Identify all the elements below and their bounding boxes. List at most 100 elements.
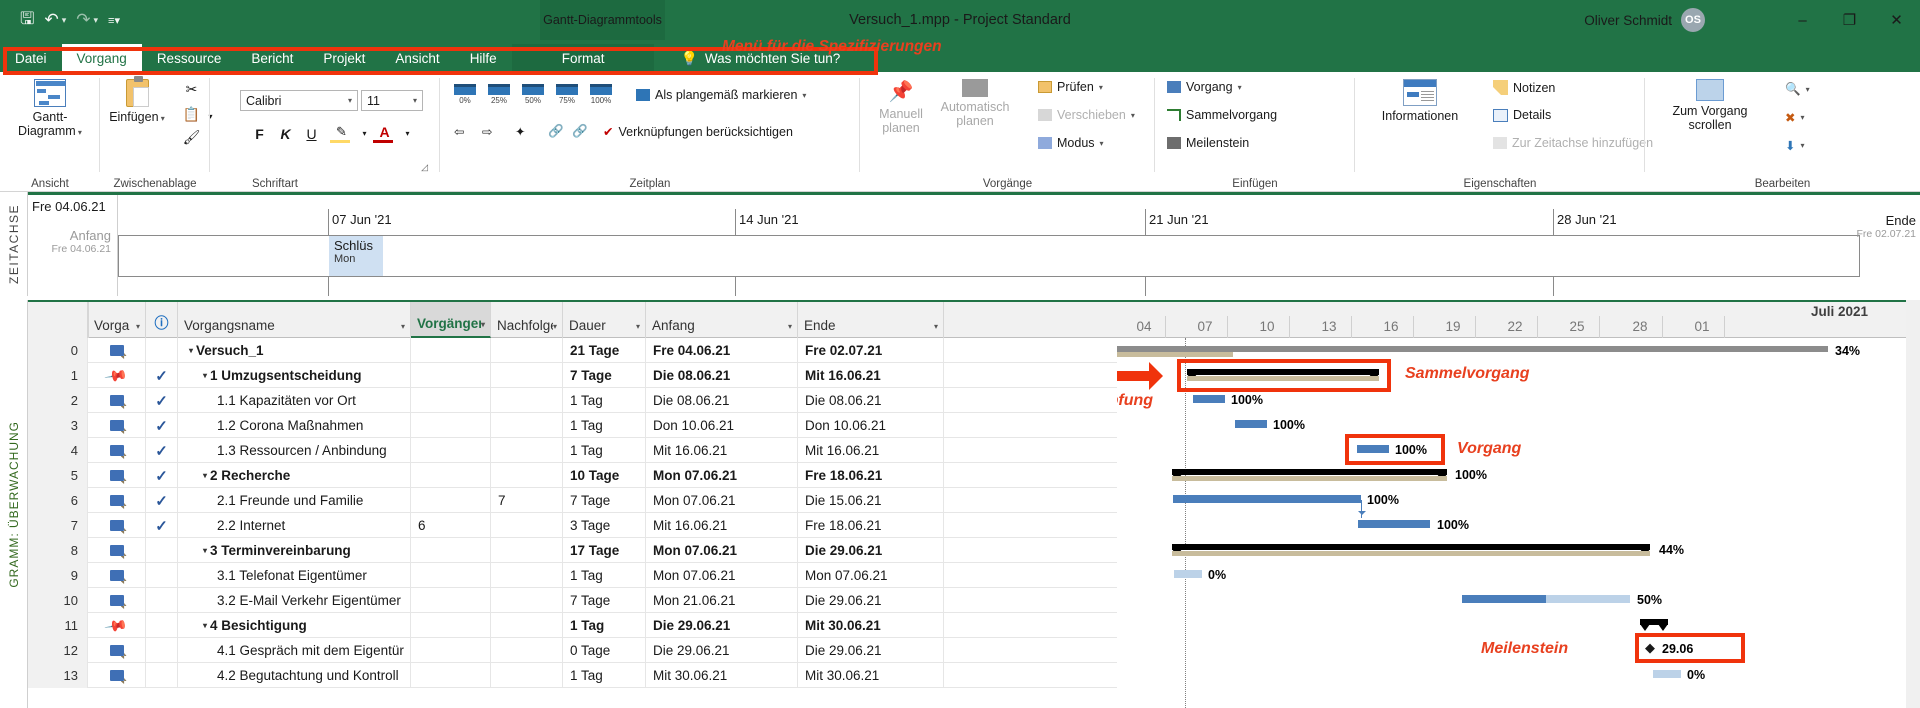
successor-cell[interactable] bbox=[491, 563, 563, 588]
task-name-cell[interactable]: 4.2 Begutachtung und Kontroll bbox=[178, 663, 411, 688]
row-number-cell[interactable]: 8 bbox=[28, 538, 88, 563]
font-family-select[interactable]: Calibri ▾ bbox=[240, 90, 358, 111]
task-name-cell[interactable]: ▾ 3 Terminvereinbarung bbox=[178, 538, 411, 563]
tab-vorgang[interactable]: Vorgang bbox=[61, 44, 142, 72]
task-bar-10-done[interactable] bbox=[1462, 595, 1546, 603]
duration-cell[interactable]: 10 Tage bbox=[563, 463, 646, 488]
row-number-cell[interactable]: 5 bbox=[28, 463, 88, 488]
predecessor-cell[interactable]: 6 bbox=[411, 513, 491, 538]
indicator-cell[interactable]: ✓ bbox=[146, 463, 178, 488]
header-dauer[interactable]: Dauer ▾ bbox=[563, 302, 646, 338]
restore-button[interactable]: ❐ bbox=[1826, 0, 1873, 40]
header-info[interactable]: ⓘ bbox=[146, 302, 178, 338]
notes-button[interactable]: Notizen bbox=[1493, 80, 1555, 95]
duration-cell[interactable]: 0 Tage bbox=[563, 638, 646, 663]
table-row[interactable]: 0 ▾ Versuch_1 21 Tage Fre 04.06.21 Fre 02.07.… bbox=[28, 338, 1117, 363]
indicator-cell[interactable]: ✓ bbox=[146, 413, 178, 438]
unlink-tasks-icon[interactable]: 🔗 bbox=[572, 124, 588, 139]
task-bar-9[interactable] bbox=[1174, 570, 1202, 578]
predecessor-cell[interactable] bbox=[411, 538, 491, 563]
task-mode-cell[interactable] bbox=[88, 338, 146, 363]
finish-cell[interactable]: Fre 18.06.21 bbox=[798, 463, 944, 488]
task-name-cell[interactable]: ▾ 2 Recherche bbox=[178, 463, 411, 488]
vertical-scrollbar[interactable] bbox=[1906, 300, 1920, 708]
task-mode-cell[interactable] bbox=[88, 663, 146, 688]
table-row[interactable]: 2 ✓ 1.1 Kapazitäten vor Ort 1 Tag Die 08.06.… bbox=[28, 388, 1117, 413]
duration-cell[interactable]: 1 Tag bbox=[563, 413, 646, 438]
header-ende[interactable]: Ende ▾ bbox=[798, 302, 944, 338]
row-number-cell[interactable]: 11 bbox=[28, 613, 88, 638]
indicator-cell[interactable]: ✓ bbox=[146, 438, 178, 463]
finish-cell[interactable]: Die 29.06.21 bbox=[798, 538, 944, 563]
row-number-cell[interactable]: 4 bbox=[28, 438, 88, 463]
font-dialog-launcher[interactable]: ◿ bbox=[421, 162, 428, 173]
predecessor-cell[interactable] bbox=[411, 413, 491, 438]
duration-cell[interactable]: 7 Tage bbox=[563, 488, 646, 513]
start-cell[interactable]: Mit 30.06.21 bbox=[646, 663, 798, 688]
predecessor-cell[interactable] bbox=[411, 613, 491, 638]
pct-50-button[interactable]: 50% bbox=[520, 84, 546, 105]
indent-icon[interactable]: ⇨ bbox=[482, 124, 492, 139]
start-cell[interactable]: Die 08.06.21 bbox=[646, 363, 798, 388]
successor-cell[interactable] bbox=[491, 413, 563, 438]
fill-icon[interactable]: ⬇ ▾ bbox=[1785, 138, 1805, 153]
finish-cell[interactable]: Die 29.06.21 bbox=[798, 638, 944, 663]
task-mode-cell[interactable] bbox=[88, 513, 146, 538]
pct-100-button[interactable]: 100% bbox=[588, 84, 614, 105]
task-name-cell[interactable]: 2.2 Internet bbox=[178, 513, 411, 538]
predecessor-cell[interactable] bbox=[411, 663, 491, 688]
successor-cell[interactable] bbox=[491, 538, 563, 563]
indicator-cell[interactable] bbox=[146, 338, 178, 363]
user-account[interactable]: Oliver Schmidt OS bbox=[1584, 0, 1705, 40]
respect-links-button[interactable]: ✔ Verknüpfungen berücksichtigen bbox=[603, 124, 793, 140]
add-to-timeline-button[interactable]: Zur Zeitachse hinzufügen bbox=[1493, 136, 1653, 150]
find-icon[interactable]: 🔍 ▾ bbox=[1785, 82, 1810, 97]
predecessor-cell[interactable] bbox=[411, 588, 491, 613]
tab-ansicht[interactable]: Ansicht bbox=[380, 44, 454, 72]
start-cell[interactable]: Mon 07.06.21 bbox=[646, 538, 798, 563]
duration-cell[interactable]: 1 Tag bbox=[563, 613, 646, 638]
successor-cell[interactable] bbox=[491, 388, 563, 413]
successor-cell[interactable] bbox=[491, 438, 563, 463]
task-mode-cell[interactable]: 📌 bbox=[88, 363, 146, 388]
start-cell[interactable]: Mon 07.06.21 bbox=[646, 463, 798, 488]
split-task-icon[interactable]: ✦ bbox=[515, 124, 525, 139]
tab-datei[interactable]: Datei bbox=[0, 44, 62, 72]
predecessor-cell[interactable] bbox=[411, 488, 491, 513]
summary-bar-5[interactable] bbox=[1172, 469, 1447, 481]
clear-icon[interactable]: ✖ ▾ bbox=[1785, 110, 1805, 125]
table-row[interactable]: 6 ✓ 2.1 Freunde und Familie 7 7 Tage Mon 07.0… bbox=[28, 488, 1117, 513]
indicator-cell[interactable]: ✓ bbox=[146, 388, 178, 413]
start-cell[interactable]: Fre 04.06.21 bbox=[646, 338, 798, 363]
expand-triangle-icon[interactable]: ▾ bbox=[203, 371, 207, 380]
start-cell[interactable]: Don 10.06.21 bbox=[646, 413, 798, 438]
fill-caret-icon[interactable]: ▾ bbox=[355, 124, 374, 143]
table-row[interactable]: 1 📌 ✓ ▾ 1 Umzugsentscheidung 7 Tage Die 08.06.… bbox=[28, 363, 1117, 388]
underline-button[interactable]: U bbox=[302, 124, 321, 143]
table-row[interactable]: 5 ✓ ▾ 2 Recherche 10 Tage Mon 07.06.21 Fre 18.… bbox=[28, 463, 1117, 488]
duration-cell[interactable]: 21 Tage bbox=[563, 338, 646, 363]
row-number-cell[interactable]: 9 bbox=[28, 563, 88, 588]
predecessor-cell[interactable] bbox=[411, 438, 491, 463]
expand-triangle-icon[interactable]: ▾ bbox=[189, 346, 193, 355]
summary-bar-8[interactable] bbox=[1172, 544, 1650, 556]
start-cell[interactable]: Mit 16.06.21 bbox=[646, 513, 798, 538]
indicator-cell[interactable] bbox=[146, 638, 178, 663]
task-name-cell[interactable]: 4.1 Gespräch mit dem Eigentür bbox=[178, 638, 411, 663]
italic-button[interactable]: K bbox=[276, 124, 295, 143]
predecessor-cell[interactable] bbox=[411, 363, 491, 388]
row-number-cell[interactable]: 12 bbox=[28, 638, 88, 663]
successor-cell[interactable] bbox=[491, 588, 563, 613]
start-cell[interactable]: Die 29.06.21 bbox=[646, 638, 798, 663]
scroll-to-task-button[interactable]: Zum Vorgang scrollen bbox=[1655, 79, 1765, 132]
tab-format[interactable]: Format bbox=[511, 44, 655, 72]
successor-cell[interactable] bbox=[491, 463, 563, 488]
finish-cell[interactable]: Mit 30.06.21 bbox=[798, 613, 944, 638]
finish-cell[interactable]: Mit 16.06.21 bbox=[798, 438, 944, 463]
mark-on-track-button[interactable]: Als plangemäß markieren ▾ bbox=[636, 88, 806, 102]
start-cell[interactable]: Mon 21.06.21 bbox=[646, 588, 798, 613]
finish-cell[interactable]: Die 15.06.21 bbox=[798, 488, 944, 513]
header-vorgangsname[interactable]: Vorgangsname ▾ bbox=[178, 302, 411, 338]
task-mode-cell[interactable] bbox=[88, 588, 146, 613]
inspect-button[interactable]: Prüfen ▾ bbox=[1038, 80, 1103, 94]
